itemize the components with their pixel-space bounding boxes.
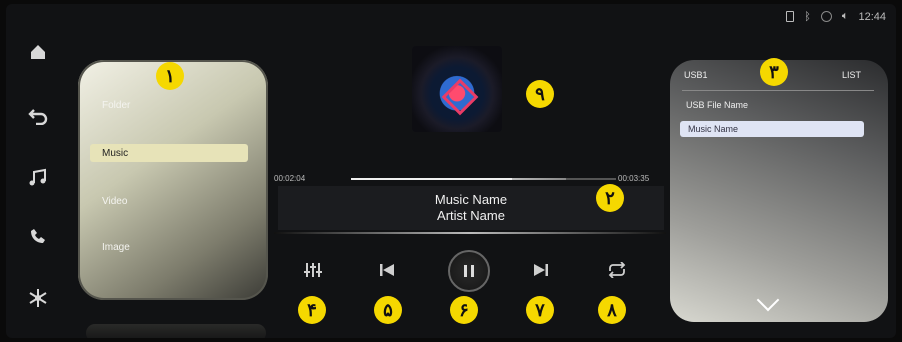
callout-badge-2: ۲ (596, 184, 624, 212)
elapsed-time: 00:02:04 (274, 174, 306, 183)
circle-icon (820, 11, 832, 22)
sd-card-icon (786, 11, 795, 22)
climate-icon[interactable] (24, 284, 52, 312)
callout-badge-7: ۷ (526, 296, 554, 324)
chevron-down-icon[interactable] (756, 288, 780, 312)
callout-badge-9: ۹ (526, 80, 554, 108)
total-time: 00:03:35 (618, 174, 650, 183)
tab-list[interactable]: LIST (842, 70, 861, 80)
back-icon[interactable] (24, 102, 52, 130)
panel-divider (682, 90, 874, 91)
callout-badge-6: ۶ (450, 296, 478, 324)
status-bar: ᛒ 🔈︎ 12:44 (786, 10, 886, 23)
clock-time: 12:44 (858, 10, 886, 23)
usb-file-name[interactable]: USB File Name (686, 100, 748, 110)
volume-icon: 🔈︎ (841, 10, 849, 22)
selected-music-item[interactable]: Music Name (680, 121, 864, 137)
next-button[interactable] (528, 258, 554, 282)
panel-reflection (86, 324, 266, 338)
pause-button[interactable] (448, 250, 490, 292)
progress-bar[interactable] (351, 178, 566, 180)
source-menu: Folder Music Video Image (78, 60, 268, 300)
callout-badge-4: ۴ (298, 296, 326, 324)
source-item-music[interactable]: Music (90, 144, 248, 162)
callout-badge-1: ۱ (156, 62, 184, 90)
source-item-folder[interactable]: Folder (102, 100, 130, 111)
music-icon[interactable] (24, 164, 52, 192)
home-icon[interactable] (24, 38, 52, 66)
file-list-panel: USB1 LIST USB File Name Music Name (670, 60, 888, 322)
callout-badge-8: ۸ (598, 296, 626, 324)
previous-button[interactable] (374, 258, 400, 282)
callout-badge-5: ۵ (374, 296, 402, 324)
progress-remaining (566, 178, 616, 180)
bluetooth-icon: ᛒ (804, 10, 811, 23)
phone-icon[interactable] (24, 222, 52, 250)
source-item-video[interactable]: Video (102, 196, 127, 207)
head-unit-screen: ᛒ 🔈︎ 12:44 Folder Music Video Image 00:0… (6, 4, 896, 338)
callout-badge-3: ۳ (760, 58, 788, 86)
side-nav (14, 24, 62, 324)
tab-usb1[interactable]: USB1 (684, 70, 708, 80)
equalizer-button[interactable] (300, 258, 326, 282)
source-item-image[interactable]: Image (102, 242, 130, 253)
info-underline (274, 232, 666, 234)
repeat-button[interactable] (604, 258, 630, 282)
album-art (412, 46, 502, 132)
progress-fill (351, 178, 513, 180)
